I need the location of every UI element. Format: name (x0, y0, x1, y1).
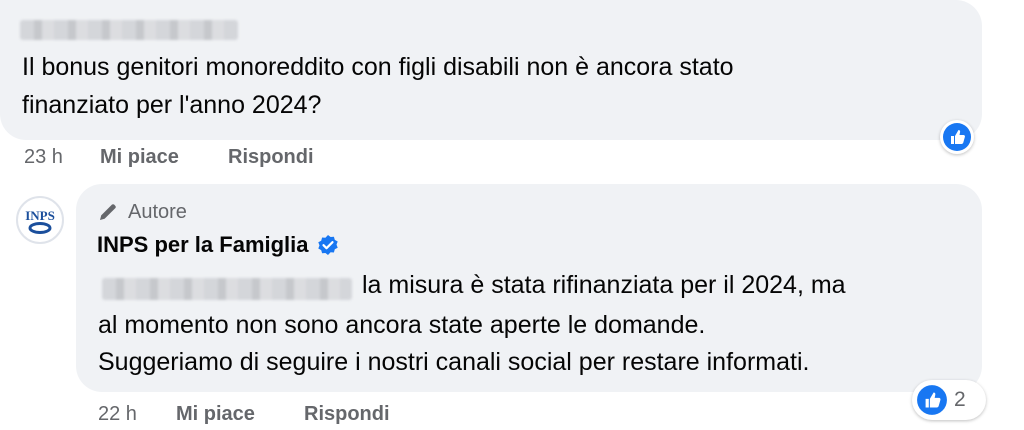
like-button[interactable]: Mi piace (176, 403, 255, 426)
reply-button[interactable]: Rispondi (304, 403, 390, 426)
inps-logo-icon: INPS (25, 208, 55, 234)
author-badge-label: Autore (128, 200, 187, 223)
pencil-icon (100, 204, 116, 220)
author-badge: Autore (96, 198, 187, 226)
redacted-username (20, 20, 238, 40)
comment-timestamp[interactable]: 23 h (24, 146, 63, 169)
redacted-mention (102, 278, 352, 300)
author-name[interactable]: INPS per la Famiglia (97, 232, 309, 258)
comment-bubble: Il bonus genitori monoreddito con figli … (0, 0, 982, 140)
reaction-count: 2 (954, 388, 966, 411)
reply-button[interactable]: Rispondi (228, 146, 314, 169)
reply-text-line: al momento non sono ancora state aperte … (98, 311, 706, 339)
verified-badge-icon (317, 235, 338, 255)
comment-text-line: finanziato per l'anno 2024? (22, 91, 322, 119)
reply-text-line: la misura è stata rifinanziata per il 20… (362, 271, 846, 299)
comment-timestamp[interactable]: 22 h (98, 403, 137, 426)
like-icon (917, 385, 947, 415)
like-icon (943, 123, 971, 151)
avatar[interactable]: INPS (16, 196, 64, 244)
comment-text-line: Il bonus genitori monoreddito con figli … (22, 53, 734, 81)
svg-text:INPS: INPS (25, 208, 55, 223)
like-reaction-badge[interactable] (940, 120, 974, 154)
like-button[interactable]: Mi piace (100, 146, 179, 169)
reaction-summary[interactable]: 2 (912, 380, 986, 420)
author-name-row: INPS per la Famiglia (97, 232, 339, 258)
reply-text-line: Suggeriamo di seguire i nostri canali so… (98, 348, 810, 376)
